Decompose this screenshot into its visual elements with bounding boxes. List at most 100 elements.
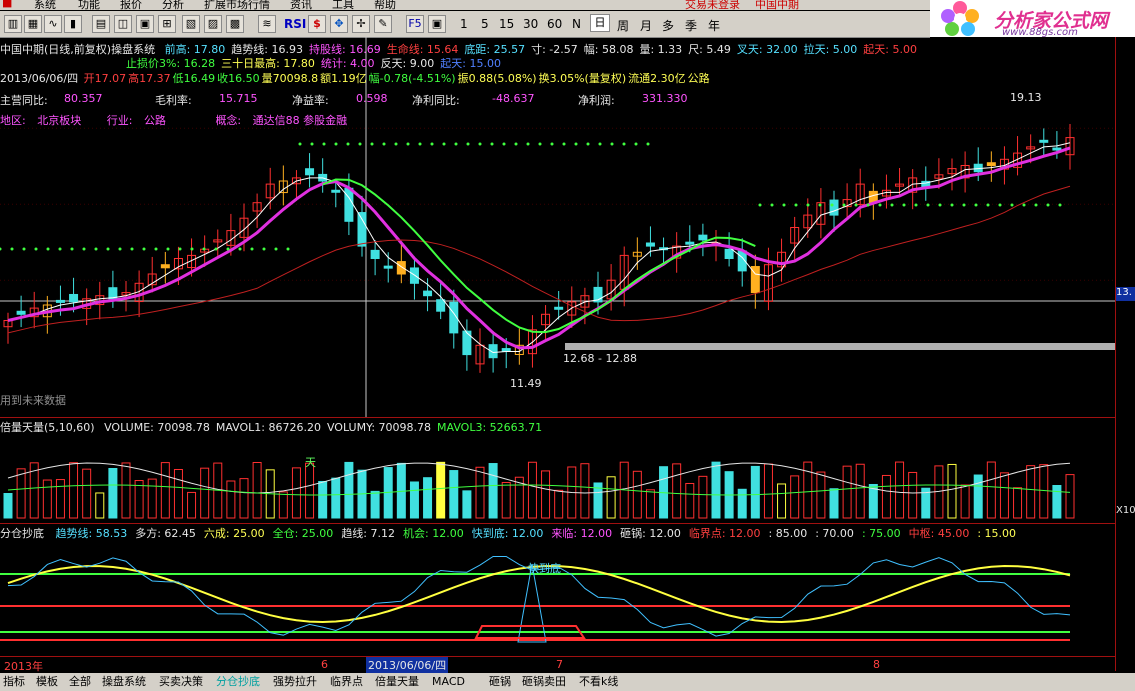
volume-bar	[986, 461, 996, 519]
indicator-tag: 快到底	[528, 562, 561, 575]
indicator-chart[interactable]	[0, 524, 1115, 657]
f10-icon[interactable]: ▤	[92, 15, 110, 33]
fund-label-0: 主营同比:	[0, 94, 48, 107]
bottom-tab-8[interactable]: 倍量天量	[372, 674, 422, 690]
volume-bar	[750, 465, 760, 519]
period-1min[interactable]: 1	[460, 17, 468, 31]
bottom-tab-5[interactable]: 分仓抄底	[213, 674, 263, 690]
level-dot	[346, 142, 350, 146]
level-dot	[622, 142, 626, 146]
bottom-tab-1[interactable]: 模板	[33, 674, 61, 690]
period-month[interactable]: 月	[640, 17, 652, 34]
bottom-tab-12[interactable]: 不看k线	[576, 674, 621, 690]
bar-stat-7: 振0.88(5.08%)	[457, 72, 537, 85]
candle-body	[724, 248, 734, 259]
move-icon[interactable]: ✥	[330, 15, 348, 33]
candle-body	[986, 162, 996, 167]
level-dot	[142, 247, 146, 251]
period-5min[interactable]: 5	[481, 17, 489, 31]
menu-item-system[interactable]: 系统	[34, 0, 56, 10]
toolbar: ▥ ▦ ∿ ▮ ▤ ◫ ▣ ⊞ ▧ ▨ ▩ ≋ RSI $ ✥ ✢ ✎ F5 ▣…	[0, 11, 930, 38]
menu-item-extended-market[interactable]: 扩展市场行情	[204, 0, 270, 10]
level-dot	[274, 247, 278, 251]
bottom-tab-2[interactable]: 全部	[66, 674, 94, 690]
formula-icon[interactable]: ▧	[182, 15, 200, 33]
indicator-icon[interactable]: ≋	[258, 15, 276, 33]
price-chart-pane[interactable]: 中国中期(日线,前复权)操盘系统 前高: 17.80 趋势线: 16.93 持股线:…	[0, 37, 1115, 417]
level-dot	[610, 142, 614, 146]
window-icon[interactable]: ▩	[226, 15, 244, 33]
volume-header: 倍量天量(5,10,60) VOLUME: 70098.78 MAVOL1: 86…	[0, 419, 542, 435]
bar-stat-10: 公路	[687, 72, 710, 85]
level-dot	[106, 247, 110, 251]
menu-item-news[interactable]: 资讯	[290, 0, 312, 10]
volume-bar	[370, 490, 380, 519]
level-dot	[634, 142, 638, 146]
dollar-icon[interactable]: $	[308, 15, 326, 33]
bottom-tab-9[interactable]: MACD	[429, 674, 468, 690]
bottom-tab-3[interactable]: 操盘系统	[99, 674, 149, 690]
period-year[interactable]: 年	[708, 17, 720, 34]
rsi-button[interactable]: RSI	[284, 17, 306, 31]
level-dot	[562, 142, 566, 146]
candle-body	[685, 241, 695, 245]
life-line	[7, 185, 1071, 334]
bottom-tab-10[interactable]: 砸锅	[486, 674, 514, 690]
list-icon[interactable]: ▣	[136, 15, 154, 33]
table-icon[interactable]: ▨	[204, 15, 222, 33]
volume-bar	[1052, 485, 1062, 519]
cursor-icon[interactable]: ✢	[352, 15, 370, 33]
level-dot	[1046, 203, 1050, 207]
bottom-tab-0[interactable]: 指标	[0, 674, 28, 690]
bottom-tab-6[interactable]: 强势拉升	[270, 674, 320, 690]
menu-item-function[interactable]: 功能	[78, 0, 100, 10]
bottom-tab-4[interactable]: 买卖决策	[156, 674, 206, 690]
fund-value-4: 331.330	[642, 92, 688, 105]
volume-bar	[95, 492, 105, 519]
bottom-tab-7[interactable]: 临界点	[327, 674, 366, 690]
period-n[interactable]: N	[572, 17, 581, 31]
bottom-tab-11[interactable]: 砸锅卖田	[519, 674, 569, 690]
kline-icon[interactable]: ▥	[4, 15, 22, 33]
fund-flow-icon[interactable]: ◫	[114, 15, 132, 33]
level-dot	[890, 203, 894, 207]
concept-value: 通达信88 参股金融	[252, 114, 348, 127]
brand-banner: 分析家公式网 www.88gs.com	[930, 0, 1135, 38]
menu-item-tools[interactable]: 工具	[332, 0, 354, 10]
level-dot	[22, 247, 26, 251]
candle-body	[69, 293, 79, 303]
level-dot	[406, 142, 410, 146]
indicator-pane[interactable]: 分仓抄底 趋势线: 58.53 多方: 62.45 六成: 25.00 全仓: 25.…	[0, 523, 1115, 657]
fund-value-1: 15.715	[219, 92, 258, 105]
volume-bar	[698, 475, 708, 519]
period-60min[interactable]: 60	[547, 17, 562, 31]
f5-icon[interactable]: F5	[406, 15, 424, 33]
menu-item-quote[interactable]: 报价	[120, 0, 142, 10]
compare-icon[interactable]: ⊞	[158, 15, 176, 33]
period-30min[interactable]: 30	[523, 17, 538, 31]
indicator-stat-7: 来临: 12.00	[551, 527, 613, 540]
period-week[interactable]: 周	[617, 17, 629, 34]
industry-label: 行业:	[106, 114, 133, 127]
period-season[interactable]: 季	[685, 17, 697, 34]
bar-chart-icon[interactable]: ▮	[64, 15, 82, 33]
level-dot	[818, 203, 822, 207]
overlay-icon[interactable]: ▣	[428, 15, 446, 33]
bar-stat-2: 低16.49	[172, 72, 216, 85]
period-multi[interactable]: 多	[662, 17, 674, 34]
candle-body	[331, 189, 341, 193]
line-chart-icon[interactable]: ∿	[44, 15, 62, 33]
volume-pane[interactable]: 倍量天量(5,10,60) VOLUME: 70098.78 MAVOL1: 86…	[0, 417, 1115, 524]
period-day[interactable]: 日	[590, 14, 610, 32]
menu-item-analysis[interactable]: 分析	[162, 0, 184, 10]
indicator-stat-12: : 75.00	[861, 527, 901, 540]
grid-icon[interactable]: ▦	[24, 15, 42, 33]
volume-bar	[173, 468, 183, 519]
period-15min[interactable]: 15	[499, 17, 514, 31]
header-stop-stat-3: 反天: 9.00	[380, 57, 435, 70]
level-dot	[442, 142, 446, 146]
menu-item-help[interactable]: 帮助	[374, 0, 396, 10]
indicator-stat-0: 趋势线: 58.53	[55, 527, 128, 540]
pen-icon[interactable]: ✎	[374, 15, 392, 33]
volume-bar	[763, 463, 773, 519]
